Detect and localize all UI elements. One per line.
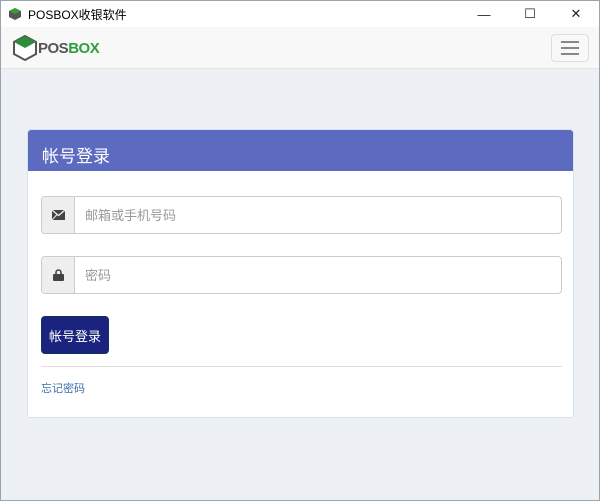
- app-icon: [9, 8, 21, 20]
- navbar: POSBOX: [1, 27, 599, 69]
- password-input[interactable]: [75, 257, 561, 293]
- password-group: [41, 256, 562, 294]
- logo-text-box: BOX: [68, 39, 100, 57]
- login-panel: 帐号登录 帐号登录 忘记密码: [27, 129, 574, 418]
- logo-text-pos: POS: [38, 39, 69, 57]
- minimize-button[interactable]: —: [461, 1, 507, 27]
- forgot-password-link[interactable]: 忘记密码: [41, 380, 85, 396]
- title-bar: POSBOX收银软件 — ☐ ✕: [1, 1, 599, 27]
- window-title: POSBOX收银软件: [28, 7, 127, 22]
- maximize-button[interactable]: ☐: [507, 1, 553, 27]
- hamburger-icon: [561, 41, 579, 43]
- logo-cube-icon: [13, 35, 37, 61]
- menu-toggle-button[interactable]: [551, 34, 589, 62]
- login-button[interactable]: 帐号登录: [41, 316, 109, 354]
- panel-title: 帐号登录: [28, 130, 573, 171]
- close-button[interactable]: ✕: [553, 1, 599, 27]
- envelope-icon: [51, 210, 65, 220]
- logo[interactable]: POSBOX: [13, 35, 100, 61]
- lock-icon: [52, 269, 64, 281]
- divider: [41, 366, 562, 367]
- email-input[interactable]: [75, 197, 561, 233]
- email-group: [41, 196, 562, 234]
